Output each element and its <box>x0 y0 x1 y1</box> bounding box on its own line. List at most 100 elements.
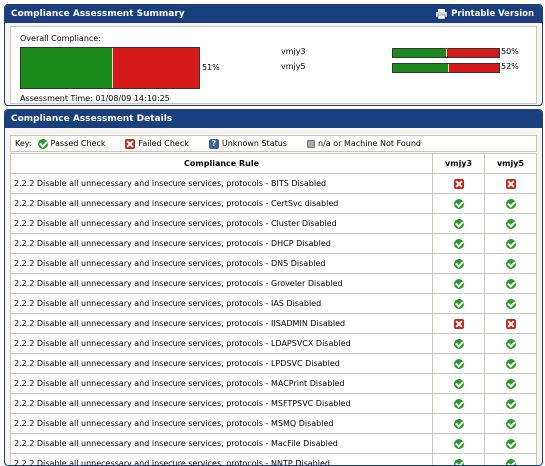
gray-square-icon <box>307 140 315 148</box>
table-row: 2.2.2 Disable all unnecessary and insecu… <box>11 334 537 354</box>
rule-cell: 2.2.2 Disable all unnecessary and insecu… <box>11 374 433 394</box>
check-icon <box>454 219 464 229</box>
key-passed: Passed Check <box>38 139 106 149</box>
overall-compliance-percent: 51% <box>202 63 220 72</box>
status-cell <box>485 334 537 354</box>
check-icon <box>454 399 464 409</box>
printable-version-link[interactable]: Printable Version <box>436 5 534 23</box>
check-icon <box>454 199 464 209</box>
status-cell <box>433 414 485 434</box>
check-icon <box>506 439 516 449</box>
check-icon <box>506 379 516 389</box>
x-icon <box>125 139 135 149</box>
check-icon <box>506 239 516 249</box>
check-icon <box>506 199 516 209</box>
status-cell <box>485 214 537 234</box>
rule-cell: 2.2.2 Disable all unnecessary and insecu… <box>11 454 433 466</box>
status-cell <box>433 194 485 214</box>
check-icon <box>454 279 464 289</box>
table-row: 2.2.2 Disable all unnecessary and insecu… <box>11 294 537 314</box>
details-title: Compliance Assessment Details <box>11 114 172 124</box>
key-unknown: ? Unknown Status <box>209 139 287 149</box>
table-row: 2.2.2 Disable all unnecessary and insecu… <box>11 194 537 214</box>
summary-panel: Compliance Assessment Summary Printable … <box>4 4 543 106</box>
table-header-row: Compliance Rule vmjy3 vmjy5 <box>11 154 537 174</box>
rule-cell: 2.2.2 Disable all unnecessary and insecu… <box>11 274 433 294</box>
question-icon: ? <box>209 139 219 149</box>
assessment-time: Assessment Time: 01/08/09 14:10:25 <box>20 94 170 103</box>
machine-fail-fill <box>449 64 499 72</box>
summary-title: Compliance Assessment Summary <box>11 9 185 19</box>
rule-cell: 2.2.2 Disable all unnecessary and insecu… <box>11 254 433 274</box>
table-body: 2.2.2 Disable all unnecessary and insecu… <box>11 174 537 466</box>
status-cell <box>485 354 537 374</box>
status-cell <box>485 454 537 466</box>
status-cell <box>433 354 485 374</box>
check-icon <box>38 139 48 149</box>
table-row: 2.2.2 Disable all unnecessary and insecu… <box>11 414 537 434</box>
status-cell <box>433 434 485 454</box>
check-icon <box>506 339 516 349</box>
check-icon <box>506 459 516 466</box>
status-cell <box>433 374 485 394</box>
rule-cell: 2.2.2 Disable all unnecessary and insecu… <box>11 354 433 374</box>
column-header-vmjy5: vmjy5 <box>485 154 537 174</box>
status-cell <box>485 314 537 334</box>
check-icon <box>506 419 516 429</box>
machine-compliance-percent: 52% <box>501 62 519 71</box>
machine-name: vmjy5 <box>281 62 306 71</box>
table-row: 2.2.2 Disable all unnecessary and insecu… <box>11 314 537 334</box>
status-cell <box>433 174 485 194</box>
column-header-vmjy3: vmjy3 <box>433 154 485 174</box>
table-row: 2.2.2 Disable all unnecessary and insecu… <box>11 434 537 454</box>
key-label: Key: <box>15 139 32 148</box>
rule-cell: 2.2.2 Disable all unnecessary and insecu… <box>11 394 433 414</box>
table-row: 2.2.2 Disable all unnecessary and insecu… <box>11 394 537 414</box>
check-icon <box>506 259 516 269</box>
status-cell <box>433 254 485 274</box>
status-cell <box>485 274 537 294</box>
check-icon <box>454 379 464 389</box>
status-cell <box>433 214 485 234</box>
machine-fail-fill <box>447 49 499 57</box>
rule-cell: 2.2.2 Disable all unnecessary and insecu… <box>11 194 433 214</box>
summary-header: Compliance Assessment Summary Printable … <box>5 5 542 23</box>
status-cell <box>433 314 485 334</box>
summary-body: Overall Compliance: 51% Assessment Time:… <box>10 26 537 104</box>
key-na-label: n/a or Machine Not Found <box>318 139 421 148</box>
compliance-table: Compliance Rule vmjy3 vmjy5 2.2.2 Disabl… <box>10 153 537 466</box>
table-row: 2.2.2 Disable all unnecessary and insecu… <box>11 214 537 234</box>
rule-cell: 2.2.2 Disable all unnecessary and insecu… <box>11 414 433 434</box>
check-icon <box>454 439 464 449</box>
printable-version-label[interactable]: Printable Version <box>451 5 534 23</box>
details-header: Compliance Assessment Details <box>5 110 542 128</box>
machine-compliance-bar <box>392 48 500 58</box>
overall-compliance-label: Overall Compliance: <box>20 34 101 43</box>
check-icon <box>506 399 516 409</box>
rule-cell: 2.2.2 Disable all unnecessary and insecu… <box>11 214 433 234</box>
status-cell <box>485 374 537 394</box>
status-key: Key: Passed Check Failed Check ? Unknown… <box>10 135 537 152</box>
overall-compliance-bar <box>20 47 200 89</box>
check-icon <box>506 359 516 369</box>
x-icon <box>506 179 516 189</box>
overall-fail-fill <box>113 48 199 88</box>
status-cell <box>433 394 485 414</box>
x-icon <box>454 319 464 329</box>
check-icon <box>506 299 516 309</box>
check-icon <box>454 339 464 349</box>
key-na: n/a or Machine Not Found <box>307 139 421 148</box>
machine-compliance-bar <box>392 63 500 73</box>
rule-cell: 2.2.2 Disable all unnecessary and insecu… <box>11 294 433 314</box>
status-cell <box>433 454 485 466</box>
status-cell <box>485 234 537 254</box>
table-row: 2.2.2 Disable all unnecessary and insecu… <box>11 374 537 394</box>
key-failed-label: Failed Check <box>138 139 188 148</box>
status-cell <box>485 174 537 194</box>
status-cell <box>485 434 537 454</box>
machine-name: vmjy3 <box>281 47 306 56</box>
rule-cell: 2.2.2 Disable all unnecessary and insecu… <box>11 174 433 194</box>
table-row: 2.2.2 Disable all unnecessary and insecu… <box>11 254 537 274</box>
x-icon <box>506 319 516 329</box>
status-cell <box>485 254 537 274</box>
